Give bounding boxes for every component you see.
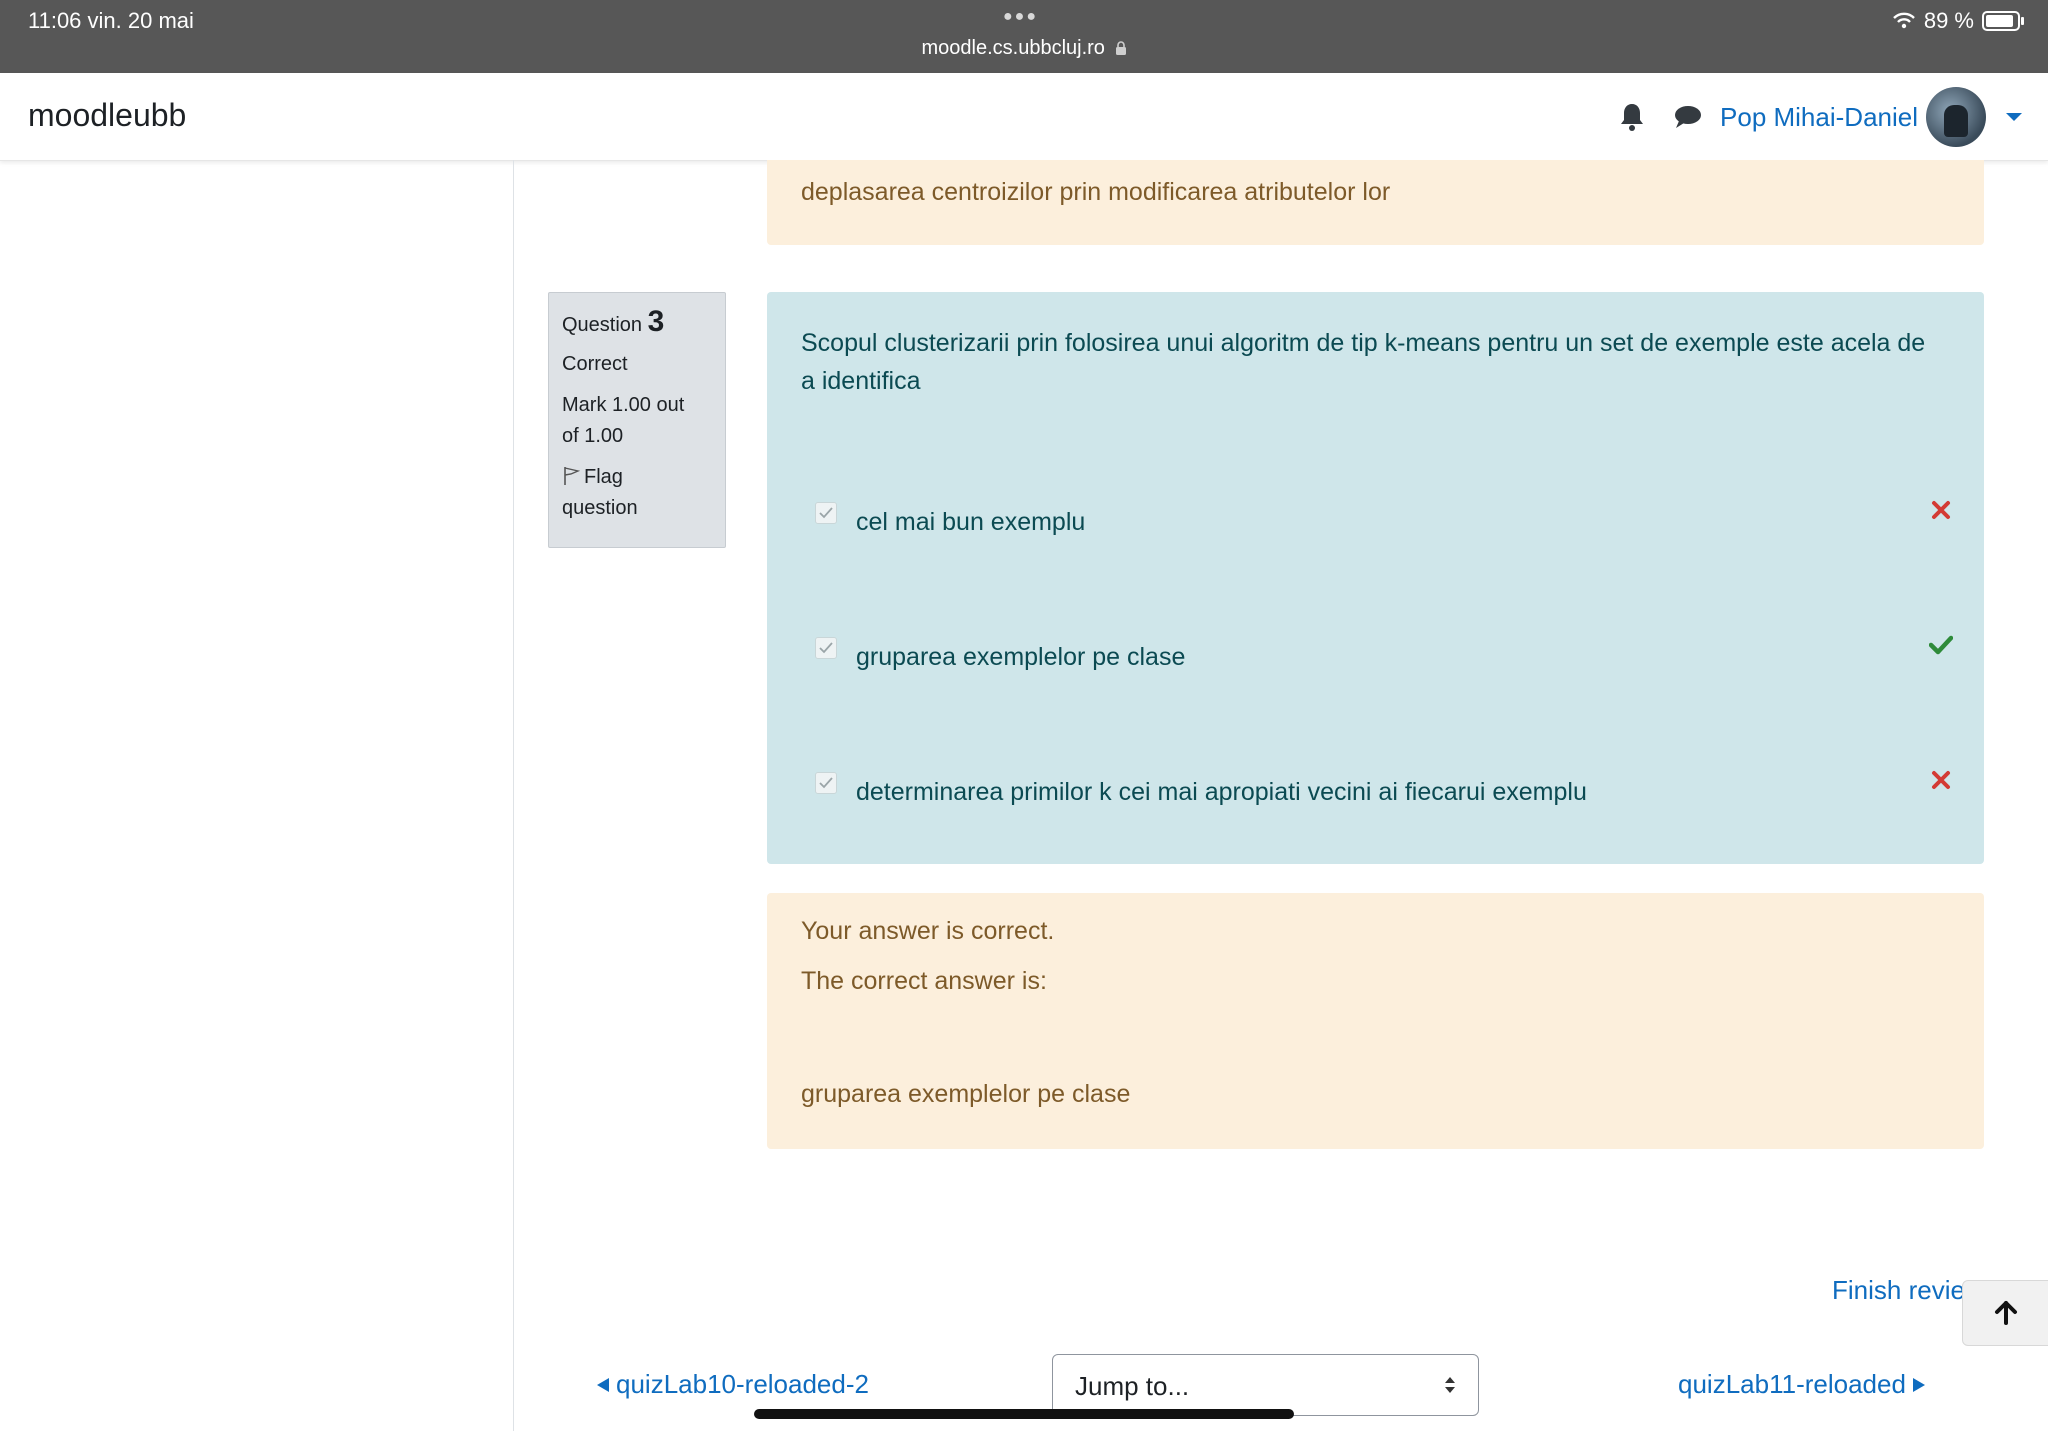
arrow-up-icon xyxy=(1995,1301,2017,1325)
device-status-bar: 11:06 vin. 20 mai ●●● moodle.cs.ubbcluj.… xyxy=(0,0,2048,73)
question-state: Correct xyxy=(562,353,628,375)
feedback-correct-answer: gruparea exemplelor pe clase xyxy=(801,1080,1131,1108)
answer-checkbox[interactable] xyxy=(815,637,837,659)
answer-option: determinarea primilor k cei mai apropiat… xyxy=(815,771,1955,812)
home-indicator[interactable] xyxy=(754,1409,1294,1419)
notifications-bell-icon[interactable] xyxy=(1610,95,1654,139)
back-to-top-button[interactable] xyxy=(1962,1280,2048,1346)
answer-checkbox[interactable] xyxy=(815,772,837,794)
feedback-correct-intro: The correct answer is: xyxy=(801,967,1047,995)
question-info-panel: Question 3 Correct Mark 1.00 out of 1.00… xyxy=(548,292,726,548)
battery-percent: 89 % xyxy=(1923,8,1974,33)
address-bar[interactable]: moodle.cs.ubbcluj.ro xyxy=(0,37,2048,60)
battery-icon xyxy=(1982,11,2024,31)
content-divider xyxy=(513,160,514,1431)
status-time: 11:06 vin. 20 mai xyxy=(28,8,194,33)
answer-checkbox[interactable] xyxy=(815,502,837,524)
answer-option: gruparea exemplelor pe clase xyxy=(815,635,1955,677)
previous-correct-answer: deplasarea centroizilor prin modificarea… xyxy=(801,178,1391,206)
status-indicators: 89 % xyxy=(1892,8,2024,34)
jump-to-select[interactable]: Jump to... xyxy=(1052,1354,1479,1416)
jump-to-value: Jump to... xyxy=(1075,1371,1190,1401)
question-mark: Mark 1.00 out of 1.00 xyxy=(562,394,685,447)
answer-label: cel mai bun exemplu xyxy=(856,508,1086,536)
site-brand[interactable]: moodleubb xyxy=(28,97,186,134)
triangle-right-icon xyxy=(1912,1378,1925,1392)
feedback-status: Your answer is correct. xyxy=(801,917,1055,945)
incorrect-cross-icon xyxy=(1927,766,1955,794)
triangle-left-icon xyxy=(597,1378,609,1392)
lock-icon xyxy=(1115,41,1126,55)
flag-question-link[interactable]: Flag question xyxy=(562,462,702,524)
user-navigation: Pop Mihai-Daniel xyxy=(1610,87,2022,147)
browser-menu-dots-icon[interactable]: ●●● xyxy=(1003,8,1038,26)
question-feedback-box: Your answer is correct. The correct answ… xyxy=(767,893,1984,1149)
question-number: Question 3 xyxy=(562,305,665,338)
site-navbar: moodleubb Pop Mihai-Daniel xyxy=(0,73,2048,161)
previous-feedback-box: deplasarea centroizilor prin modificarea… xyxy=(767,160,1984,245)
flag-icon xyxy=(564,467,580,485)
finish-review-link[interactable]: Finish review xyxy=(1832,1275,1964,1306)
question-text: Scopul clusterizarii prin folosirea unui… xyxy=(801,329,1926,395)
correct-check-icon xyxy=(1927,631,1955,659)
wifi-icon xyxy=(1892,12,1915,29)
answer-option: cel mai bun exemplu xyxy=(815,501,1955,542)
next-activity-link[interactable]: quizLab11-reloaded xyxy=(1678,1369,1926,1400)
incorrect-cross-icon xyxy=(1927,496,1955,524)
messages-chat-icon[interactable] xyxy=(1666,95,1710,139)
select-arrows-icon xyxy=(1445,1377,1455,1393)
user-avatar[interactable] xyxy=(1926,87,1986,147)
address-url: moodle.cs.ubbcluj.ro xyxy=(921,37,1105,59)
user-menu-name[interactable]: Pop Mihai-Daniel xyxy=(1720,102,1918,133)
question-content-box: Scopul clusterizarii prin folosirea unui… xyxy=(767,292,1984,864)
answer-label: gruparea exemplelor pe clase xyxy=(856,643,1186,671)
previous-activity-link[interactable]: quizLab10-reloaded-2 xyxy=(596,1369,869,1400)
user-menu-caret-icon[interactable] xyxy=(2006,113,2022,121)
answer-label: determinarea primilor k cei mai apropiat… xyxy=(856,778,1587,806)
